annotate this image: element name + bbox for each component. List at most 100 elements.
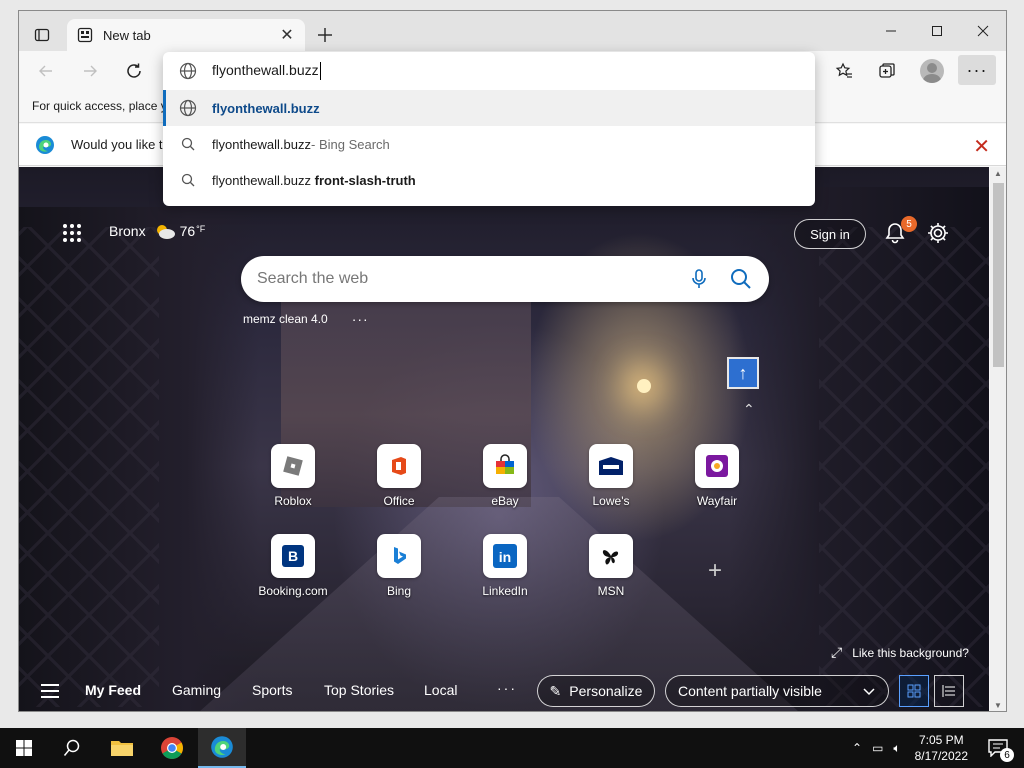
- quick-link-label: Office: [383, 494, 415, 508]
- address-bar-dropdown: flyonthewall.buzz flyonthewall.buzz flyo…: [163, 52, 815, 206]
- office-icon: [377, 444, 421, 488]
- search-icon[interactable]: [729, 267, 753, 291]
- apps-launcher-button[interactable]: [63, 224, 81, 242]
- new-tab-page-icon: [77, 27, 93, 43]
- back-button[interactable]: [31, 57, 61, 85]
- infobar-message: Would you like t: [71, 137, 163, 152]
- quick-link-booking[interactable]: B Booking.com: [248, 534, 338, 598]
- grid-layout-button[interactable]: [899, 675, 929, 707]
- partly-cloudy-icon: [156, 225, 175, 239]
- bing-icon: [377, 534, 421, 578]
- maximize-button[interactable]: [914, 11, 960, 51]
- tab-actions-icon: [34, 28, 50, 42]
- browser-window: New tab ✕ ··· For quick access, place y …: [18, 10, 1007, 712]
- quick-link-lowes[interactable]: Lowe's: [566, 444, 656, 508]
- start-button[interactable]: [0, 728, 48, 768]
- tab-top-stories[interactable]: Top Stories: [324, 682, 394, 698]
- pinned-search-more-icon[interactable]: ···: [352, 311, 369, 327]
- scroll-up-arrow-icon[interactable]: ▲: [994, 169, 1002, 178]
- suggestion-row-bing-search[interactable]: flyonthewall.buzz - Bing Search: [163, 126, 815, 162]
- quick-link-label: MSN: [597, 584, 625, 598]
- quick-link-msn[interactable]: MSN: [566, 534, 656, 598]
- edge-logo-icon: [36, 136, 54, 154]
- quick-link-wayfair[interactable]: Wayfair: [672, 444, 762, 508]
- scroll-down-arrow-icon[interactable]: ▼: [994, 701, 1002, 710]
- network-icon[interactable]: ▭: [872, 741, 883, 756]
- address-bar[interactable]: flyonthewall.buzz: [163, 52, 815, 90]
- weather-widget[interactable]: Bronx 76 °F: [109, 223, 205, 239]
- collections-button[interactable]: [872, 57, 902, 85]
- quick-link-bing[interactable]: Bing: [354, 534, 444, 598]
- search-icon: [63, 739, 80, 756]
- scrollbar-thumb[interactable]: [993, 183, 1004, 367]
- chevron-up-icon[interactable]: ⌃: [852, 741, 862, 756]
- close-window-button[interactable]: [960, 11, 1006, 51]
- page-settings-gear-icon[interactable]: [926, 221, 950, 245]
- sign-in-button[interactable]: Sign in: [794, 219, 866, 249]
- refresh-button[interactable]: [119, 57, 149, 85]
- wayfair-icon: [695, 444, 739, 488]
- suggestion-text: flyonthewall.buzz: [212, 136, 311, 152]
- suggestion-suffix: front-slash-truth: [314, 172, 416, 188]
- file-explorer-button[interactable]: [98, 728, 146, 768]
- web-search-input[interactable]: [257, 270, 687, 288]
- minimize-button[interactable]: [868, 11, 914, 51]
- hamburger-menu-icon[interactable]: [41, 684, 59, 698]
- tab-actions-button[interactable]: [27, 21, 57, 49]
- list-layout-icon: [942, 685, 955, 697]
- favorites-bar-hint: For quick access, place y: [32, 99, 167, 113]
- quick-link-office[interactable]: Office: [354, 444, 444, 508]
- collections-icon: [879, 63, 895, 78]
- pinned-search-chip[interactable]: memz clean 4.0 ···: [243, 311, 369, 327]
- pinned-search-label: memz clean 4.0: [243, 312, 328, 326]
- back-arrow-icon: [39, 65, 52, 77]
- address-bar-input[interactable]: flyonthewall.buzz: [212, 62, 321, 81]
- add-quick-link-plus-icon[interactable]: +: [703, 557, 727, 584]
- settings-and-more-button[interactable]: ···: [958, 55, 996, 85]
- page-scrollbar[interactable]: ▲ ▼: [990, 167, 1006, 711]
- microphone-icon[interactable]: [687, 267, 711, 291]
- suggestion-row-query[interactable]: flyonthewall.buzz front-slash-truth: [163, 162, 815, 198]
- new-tab-button[interactable]: [313, 23, 337, 47]
- taskbar-search-button[interactable]: [48, 728, 96, 768]
- infobar-close-icon[interactable]: ✕: [973, 134, 990, 159]
- content-visibility-dropdown[interactable]: Content partially visible: [665, 675, 889, 707]
- quick-link-label: LinkedIn: [482, 584, 528, 598]
- list-layout-button[interactable]: [934, 675, 964, 707]
- chrome-button[interactable]: [148, 728, 196, 768]
- suggestion-row-url[interactable]: flyonthewall.buzz: [163, 90, 815, 126]
- tab-my-feed[interactable]: My Feed: [85, 682, 141, 698]
- pencil-icon: ✎: [549, 682, 562, 699]
- forward-button[interactable]: [75, 57, 105, 85]
- quick-link-linkedin[interactable]: in LinkedIn: [460, 534, 550, 598]
- tab-close-icon[interactable]: ✕: [279, 27, 295, 44]
- chevron-down-icon: [863, 688, 875, 696]
- quick-link-ebay[interactable]: eBay: [460, 444, 550, 508]
- tab-local[interactable]: Local: [424, 682, 457, 698]
- nav-more-icon[interactable]: ···: [497, 680, 517, 696]
- favorites-button[interactable]: [829, 57, 859, 85]
- background-sign-icon: ↑: [727, 357, 759, 389]
- weather-city: Bronx: [109, 223, 146, 239]
- volume-icon[interactable]: 🔈︎: [893, 741, 900, 756]
- tab-strip: New tab ✕: [19, 11, 1006, 51]
- window-controls: [868, 11, 1006, 51]
- search-icon: [179, 171, 197, 189]
- search-icon: [179, 135, 197, 153]
- chrome-icon: [161, 737, 183, 759]
- like-background-link[interactable]: ⤢ Like this background?: [831, 644, 969, 661]
- profile-avatar[interactable]: [920, 59, 944, 83]
- taskbar-clock[interactable]: 7:05 PM 8/17/2022: [915, 732, 968, 764]
- chevron-up-icon[interactable]: ⌃: [743, 401, 755, 418]
- weather-temperature: 76: [179, 223, 196, 239]
- edge-taskbar-button[interactable]: [198, 728, 246, 768]
- msn-butterfly-icon: [589, 534, 633, 578]
- personalize-button[interactable]: ✎ Personalize: [537, 675, 655, 707]
- action-center-button[interactable]: 6: [986, 736, 1014, 762]
- favorites-star-icon: [835, 62, 852, 78]
- tray-icons: ⌃ ▭ 🔈︎: [852, 741, 901, 756]
- tab-gaming[interactable]: Gaming: [172, 682, 221, 698]
- tab-new-tab[interactable]: New tab ✕: [67, 19, 305, 51]
- tab-sports[interactable]: Sports: [252, 682, 292, 698]
- quick-link-roblox[interactable]: Roblox: [248, 444, 338, 508]
